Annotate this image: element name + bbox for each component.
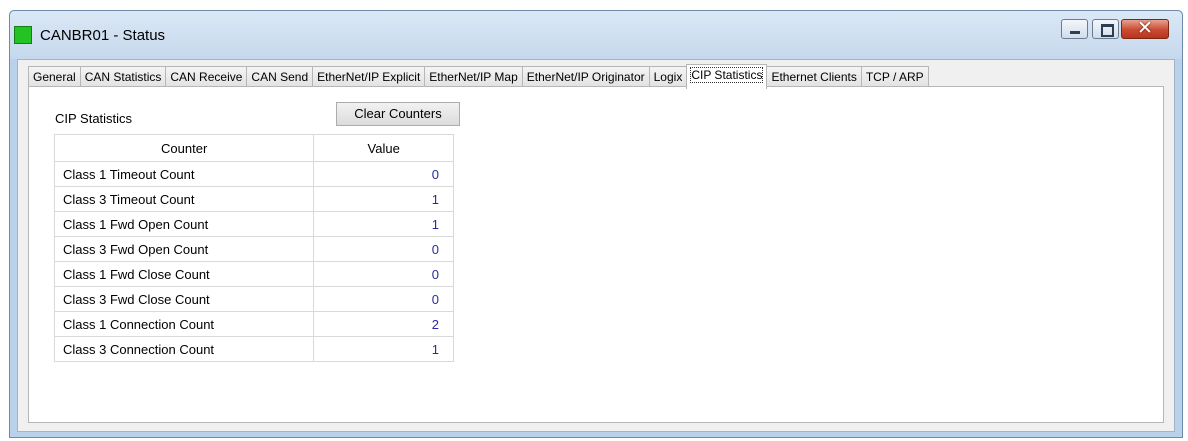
minimize-icon bbox=[1070, 31, 1080, 34]
counter-value: 0 bbox=[313, 236, 454, 262]
tab-can-statistics[interactable]: CAN Statistics bbox=[79, 66, 167, 87]
table-row[interactable]: Class 3 Connection Count 1 bbox=[53, 336, 454, 362]
maximize-icon bbox=[1101, 24, 1114, 37]
tab-ethernetip-explicit[interactable]: EtherNet/IP Explicit bbox=[312, 66, 426, 87]
table-row[interactable]: Class 1 Connection Count 2 bbox=[53, 311, 454, 337]
column-header-value[interactable]: Value bbox=[313, 134, 454, 162]
counter-value: 0 bbox=[313, 261, 454, 287]
column-header-counter[interactable]: Counter bbox=[53, 134, 315, 162]
counter-name: Class 1 Timeout Count bbox=[53, 161, 315, 187]
tab-logix[interactable]: Logix bbox=[648, 66, 688, 87]
table-row[interactable]: Class 3 Fwd Close Count 0 bbox=[53, 286, 454, 312]
cip-statistics-table: Counter Value Class 1 Timeout Count 0 Cl… bbox=[53, 134, 454, 362]
cip-statistics-panel: CIP Statistics Clear Counters Counter Va… bbox=[28, 86, 1164, 423]
counter-name: Class 1 Connection Count bbox=[53, 311, 315, 337]
counter-value: 1 bbox=[313, 211, 454, 237]
table-row[interactable]: Class 1 Fwd Close Count 0 bbox=[53, 261, 454, 287]
status-window: CANBR01 - Status ✕ General CAN Statistic… bbox=[9, 10, 1183, 438]
section-title: CIP Statistics bbox=[55, 111, 133, 126]
status-indicator-icon bbox=[14, 26, 32, 44]
counter-value: 0 bbox=[313, 161, 454, 187]
tab-ethernetip-map[interactable]: EtherNet/IP Map bbox=[424, 66, 523, 87]
counter-name: Class 3 Fwd Close Count bbox=[53, 286, 315, 312]
table-header-row: Counter Value bbox=[53, 134, 454, 162]
table-row[interactable]: Class 3 Timeout Count 1 bbox=[53, 186, 454, 212]
counter-name: Class 3 Fwd Open Count bbox=[53, 236, 315, 262]
counter-value: 1 bbox=[313, 186, 454, 212]
maximize-button[interactable] bbox=[1092, 19, 1119, 39]
close-button[interactable]: ✕ bbox=[1121, 18, 1169, 39]
tab-general[interactable]: General bbox=[28, 66, 81, 87]
tab-can-send[interactable]: CAN Send bbox=[246, 66, 314, 87]
tab-ethernetip-originator[interactable]: EtherNet/IP Originator bbox=[521, 66, 650, 87]
table-row[interactable]: Class 3 Fwd Open Count 0 bbox=[53, 236, 454, 262]
close-icon: ✕ bbox=[1137, 18, 1153, 39]
tab-cip-statistics[interactable]: CIP Statistics bbox=[686, 64, 768, 89]
window-title: CANBR01 - Status bbox=[40, 27, 166, 44]
counter-name: Class 3 Timeout Count bbox=[53, 186, 315, 212]
counter-name: Class 1 Fwd Close Count bbox=[53, 261, 315, 287]
tab-tcp-arp[interactable]: TCP / ARP bbox=[860, 66, 929, 87]
counter-value: 1 bbox=[313, 336, 454, 362]
counter-value: 2 bbox=[313, 311, 454, 337]
tab-can-receive[interactable]: CAN Receive bbox=[165, 66, 248, 87]
title-bar[interactable]: CANBR01 - Status ✕ bbox=[10, 11, 1182, 59]
minimize-button[interactable] bbox=[1061, 19, 1088, 39]
tab-ethernet-clients[interactable]: Ethernet Clients bbox=[766, 66, 862, 87]
counter-value: 0 bbox=[313, 286, 454, 312]
counter-name: Class 1 Fwd Open Count bbox=[53, 211, 315, 237]
tab-strip: General CAN Statistics CAN Receive CAN S… bbox=[28, 64, 929, 89]
table-row[interactable]: Class 1 Timeout Count 0 bbox=[53, 161, 454, 187]
table-row[interactable]: Class 1 Fwd Open Count 1 bbox=[53, 211, 454, 237]
window-content: General CAN Statistics CAN Receive CAN S… bbox=[17, 59, 1175, 432]
clear-counters-button[interactable]: Clear Counters bbox=[336, 102, 460, 126]
counter-name: Class 3 Connection Count bbox=[53, 336, 315, 362]
